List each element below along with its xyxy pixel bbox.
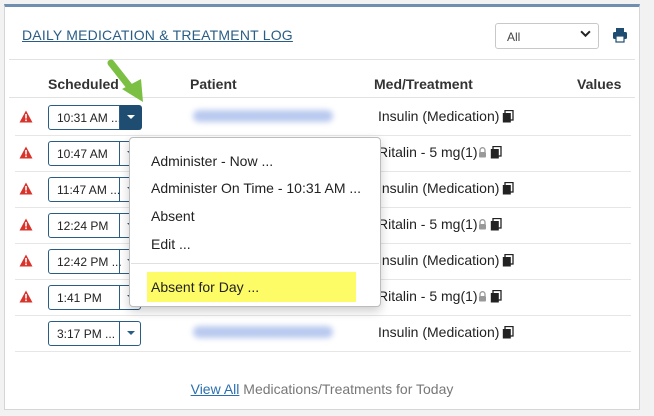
chevron-down-icon bbox=[580, 28, 591, 42]
header-divider bbox=[9, 59, 635, 60]
footer-text: Medications/Treatments for Today bbox=[239, 381, 454, 397]
scheduled-time-button[interactable]: 12:42 PM ... bbox=[48, 249, 141, 274]
warning-icon bbox=[19, 146, 33, 159]
filter-select[interactable]: All bbox=[495, 23, 599, 49]
copy-document-icon[interactable] bbox=[502, 181, 515, 198]
lock-icon bbox=[478, 145, 487, 161]
scheduled-time-button[interactable]: 1:41 PM bbox=[48, 285, 141, 310]
scheduled-time-label: 10:31 AM ... bbox=[57, 111, 122, 125]
med-treatment-label: Insulin (Medication) bbox=[378, 180, 500, 196]
med-treatment-cell: Insulin (Medication) bbox=[378, 180, 515, 198]
col-med-treatment: Med/Treatment bbox=[374, 76, 473, 92]
menu-separator bbox=[131, 263, 379, 264]
patient-name-link[interactable] bbox=[193, 326, 333, 338]
scheduled-time-label: 11:47 AM ... bbox=[57, 183, 121, 197]
med-treatment-label: Ritalin - 5 mg(1) bbox=[378, 216, 478, 232]
table-row: 3:17 PM ... Insulin (Medication) bbox=[15, 315, 631, 352]
col-values: Values bbox=[577, 76, 622, 92]
warning-icon bbox=[19, 254, 33, 267]
lock-icon bbox=[478, 289, 487, 305]
med-treatment-label: Insulin (Medication) bbox=[378, 108, 500, 124]
med-treatment-cell: Insulin (Medication) bbox=[378, 108, 515, 126]
scheduled-time-label: 10:47 AM bbox=[57, 147, 108, 161]
medication-log-panel: DAILY MEDICATION & TREATMENT LOG All Sch… bbox=[4, 4, 640, 410]
scheduled-time-label: 12:24 PM bbox=[57, 219, 109, 233]
menu-item-absent-for-day[interactable]: Absent for Day ... bbox=[151, 279, 259, 295]
med-treatment-cell: Insulin (Medication) bbox=[378, 252, 515, 270]
col-patient: Patient bbox=[190, 76, 237, 92]
scheduled-time-label: 3:17 PM ... bbox=[57, 327, 116, 341]
med-treatment-cell: Ritalin - 5 mg(1) bbox=[378, 144, 502, 162]
printer-icon[interactable] bbox=[612, 27, 628, 43]
dropdown-toggle-button[interactable] bbox=[119, 321, 142, 346]
copy-document-icon[interactable] bbox=[490, 145, 502, 162]
scheduled-time-label: 12:42 PM ... bbox=[57, 255, 122, 269]
med-treatment-label: Insulin (Medication) bbox=[378, 252, 500, 268]
log-title-link[interactable]: DAILY MEDICATION & TREATMENT LOG bbox=[22, 27, 293, 43]
view-all-link[interactable]: View All bbox=[191, 381, 240, 397]
med-treatment-cell: Ritalin - 5 mg(1) bbox=[378, 288, 502, 306]
caret-down-icon bbox=[127, 331, 135, 335]
row-actions-dropdown-menu: Administer - Now ... Administer On Time … bbox=[129, 137, 381, 307]
lock-icon bbox=[478, 217, 487, 233]
footer: View All Medications/Treatments for Toda… bbox=[5, 381, 639, 397]
green-arrow-pointer bbox=[107, 59, 143, 102]
med-treatment-label: Insulin (Medication) bbox=[378, 324, 500, 340]
warning-icon bbox=[19, 218, 33, 231]
menu-item-administer-on-time[interactable]: Administer On Time - 10:31 AM ... bbox=[151, 180, 361, 196]
med-treatment-label: Ritalin - 5 mg(1) bbox=[378, 144, 478, 160]
filter-select-value: All bbox=[507, 30, 521, 44]
patient-name-link[interactable] bbox=[193, 110, 333, 122]
scheduled-time-button[interactable]: 11:47 AM ... bbox=[48, 177, 141, 202]
copy-document-icon[interactable] bbox=[490, 217, 502, 234]
menu-item-administer-now[interactable]: Administer - Now ... bbox=[151, 153, 273, 169]
scheduled-time-button[interactable]: 3:17 PM ... bbox=[48, 321, 141, 346]
warning-icon bbox=[19, 290, 33, 303]
copy-document-icon[interactable] bbox=[502, 109, 515, 126]
caret-down-icon bbox=[127, 115, 135, 119]
menu-item-edit[interactable]: Edit ... bbox=[151, 236, 191, 252]
copy-document-icon[interactable] bbox=[490, 289, 502, 306]
warning-icon bbox=[19, 110, 33, 123]
scheduled-time-button[interactable]: 10:47 AM bbox=[48, 141, 141, 166]
warning-icon bbox=[19, 182, 33, 195]
scheduled-time-label: 1:41 PM bbox=[57, 291, 102, 305]
scheduled-time-button[interactable]: 12:24 PM bbox=[48, 213, 141, 238]
copy-document-icon[interactable] bbox=[502, 325, 515, 342]
med-treatment-cell: Insulin (Medication) bbox=[378, 324, 515, 342]
menu-item-absent[interactable]: Absent bbox=[151, 208, 195, 224]
column-divider bbox=[9, 97, 635, 98]
copy-document-icon[interactable] bbox=[502, 253, 515, 270]
med-treatment-label: Ritalin - 5 mg(1) bbox=[378, 288, 478, 304]
med-treatment-cell: Ritalin - 5 mg(1) bbox=[378, 216, 502, 234]
